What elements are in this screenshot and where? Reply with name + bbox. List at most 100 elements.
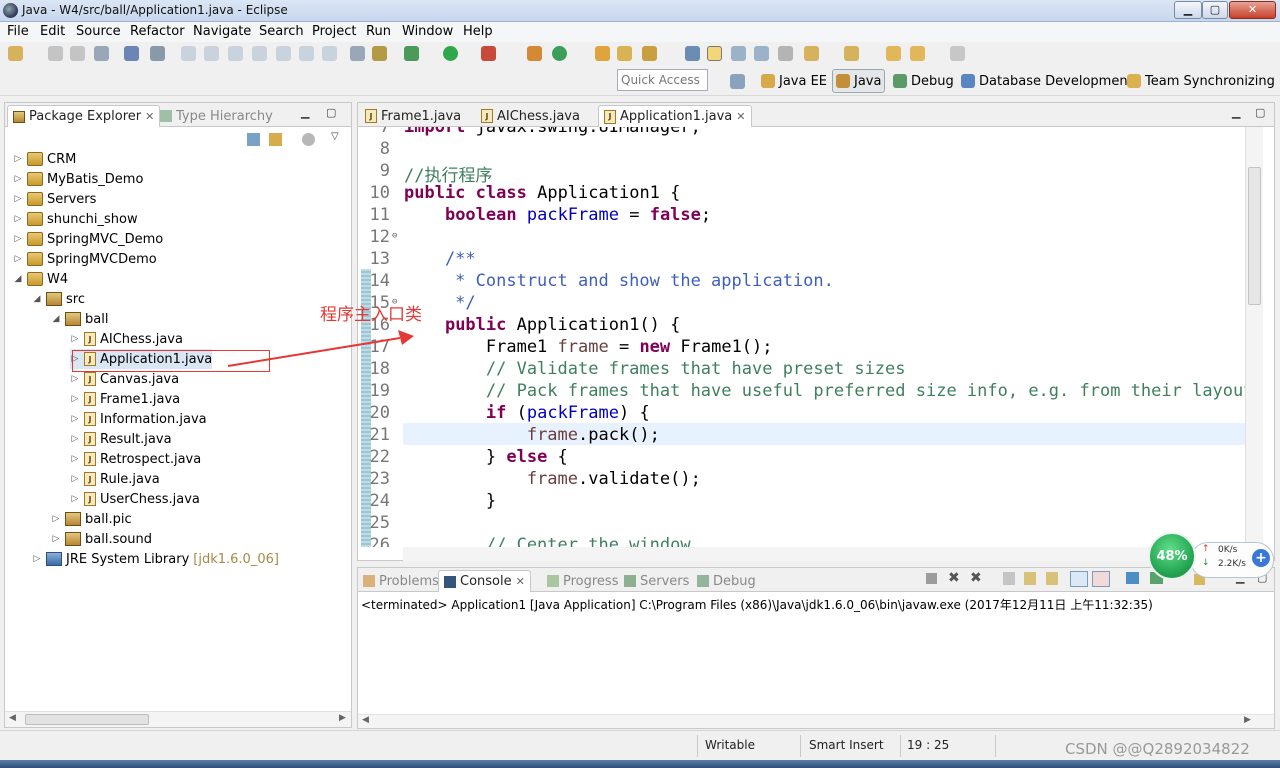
scroll-lock-icon[interactable] [1024, 572, 1036, 585]
new-java-project-icon[interactable] [527, 46, 542, 61]
menu-run[interactable]: Run [366, 24, 391, 39]
new-class-icon[interactable] [552, 46, 567, 61]
collapsed-arrow-icon[interactable]: ▷ [70, 494, 80, 504]
expanded-arrow-icon[interactable]: ◢ [13, 274, 23, 284]
tree-item[interactable]: ▷ J Retrospect.java [70, 449, 202, 469]
tree-item[interactable]: ▷ CRM [13, 149, 77, 169]
collapsed-arrow-icon[interactable]: ▷ [13, 254, 23, 264]
close-icon[interactable]: ✕ [145, 110, 154, 123]
tree-item[interactable]: ▷ ball.sound [51, 529, 153, 549]
menu-project[interactable]: Project [312, 24, 356, 39]
suspend-icon[interactable] [204, 46, 219, 61]
code-line[interactable]: 22 } else { [358, 447, 1245, 469]
pin-console-icon[interactable] [1126, 572, 1139, 584]
perspective-java[interactable]: Java [832, 69, 886, 93]
tree-item[interactable]: ▷ J Frame1.java [70, 389, 181, 409]
perspective-debug[interactable]: Debug [890, 69, 957, 93]
skip-breakpoints-icon[interactable] [150, 46, 165, 61]
open-perspective-icon[interactable] [730, 74, 745, 89]
block-selection-icon[interactable] [754, 46, 769, 61]
step-into-icon[interactable] [276, 46, 291, 61]
expanded-arrow-icon[interactable]: ◢ [51, 314, 61, 324]
editor-horizontal-scrollbar[interactable] [403, 547, 1245, 561]
last-edit-location-icon[interactable] [886, 46, 901, 61]
save-all-icon[interactable] [70, 46, 85, 61]
collapsed-arrow-icon[interactable]: ▷ [13, 214, 23, 224]
tree-item[interactable]: ▷ JRE System Library [jdk1.6.0_06] [32, 549, 279, 569]
search-icon[interactable] [642, 46, 657, 61]
menu-edit[interactable]: Edit [40, 24, 65, 39]
tab-progress[interactable]: Progress [542, 570, 623, 592]
console-icon[interactable] [124, 46, 139, 61]
terminate-icon[interactable] [228, 46, 243, 61]
maximize-button[interactable]: ▢ [1202, 1, 1228, 19]
step-return-icon[interactable] [322, 46, 337, 61]
collapsed-arrow-icon[interactable]: ▷ [70, 454, 80, 464]
open-type-icon[interactable] [595, 46, 610, 61]
collapsed-arrow-icon[interactable]: ▷ [13, 174, 23, 184]
perspective-database-development[interactable]: Database Development [958, 69, 1136, 93]
menu-refactor[interactable]: Refactor [130, 24, 185, 39]
code-line[interactable]: 26 // Center the window [358, 535, 1245, 547]
menu-navigate[interactable]: Navigate [193, 24, 251, 39]
collapsed-arrow-icon[interactable]: ▷ [51, 514, 61, 524]
tree-item[interactable]: ▷ ball.pic [51, 509, 132, 529]
menu-help[interactable]: Help [463, 24, 493, 39]
show-console-on-stderr-icon[interactable] [1092, 571, 1110, 587]
previous-annotation-icon[interactable] [844, 46, 859, 61]
expanded-arrow-icon[interactable]: ◢ [32, 294, 42, 304]
code-line[interactable]: 10 public class Application1 { [358, 183, 1245, 205]
back-icon[interactable] [910, 46, 925, 61]
menu-file[interactable]: File [7, 24, 29, 39]
menu-window[interactable]: Window [402, 24, 453, 39]
tab-console[interactable]: Console ✕ [438, 570, 531, 592]
run-external-tool-icon[interactable] [481, 46, 496, 61]
quick-access-field[interactable]: Quick Access [617, 69, 708, 91]
code-line[interactable]: 21 frame.pack(); [358, 425, 1245, 447]
tree-item[interactable]: ▷ J Information.java [70, 409, 207, 429]
close-button[interactable]: ✕ [1229, 1, 1276, 19]
network-usage-gauge[interactable]: 48% [1148, 532, 1196, 580]
code-area[interactable]: 7 import javax.swing.UIManager; 8 9//执行程序 10… [358, 127, 1245, 547]
run-icon[interactable] [443, 46, 458, 61]
tab-problems[interactable]: Problems [358, 570, 444, 592]
collapsed-arrow-icon[interactable]: ▷ [70, 334, 80, 344]
collapsed-arrow-icon[interactable]: ▷ [13, 194, 23, 204]
code-line[interactable]: 18 // Validate frames that have preset s… [358, 359, 1245, 381]
tree-item[interactable]: ▷ J Canvas.java [70, 369, 180, 389]
resume-icon[interactable] [181, 46, 196, 61]
code-line[interactable]: 8 [358, 139, 1245, 161]
minimize-button[interactable]: ▁ [1174, 1, 1202, 19]
collapsed-arrow-icon[interactable]: ▷ [70, 394, 80, 404]
collapsed-arrow-icon[interactable]: ▷ [13, 154, 23, 164]
collapsed-arrow-icon[interactable]: ▷ [70, 414, 80, 424]
code-line[interactable]: 17 Frame1 frame = new Frame1(); [358, 337, 1245, 359]
tree-item[interactable]: ▷ J Rule.java [70, 469, 160, 489]
tab-servers[interactable]: Servers [619, 570, 694, 592]
tree-item[interactable]: ◢ W4 [13, 269, 69, 289]
perspective-team-synchronizing[interactable]: Team Synchronizing [1124, 69, 1278, 93]
next-annotation-icon[interactable] [804, 46, 819, 61]
remove-launch-icon[interactable]: ✖ [948, 570, 960, 586]
print-icon[interactable] [94, 46, 109, 61]
show-whitespace-icon[interactable] [778, 46, 793, 61]
step-over-icon[interactable] [299, 46, 314, 61]
tree-item[interactable]: ▷ J Result.java [70, 429, 172, 449]
filters-icon[interactable] [302, 133, 315, 146]
word-wrap-icon[interactable] [1046, 572, 1058, 585]
minimize-view-icon[interactable]: ▁ [1232, 106, 1240, 119]
tree-item[interactable]: ◢ ball [51, 309, 109, 329]
collapsed-arrow-icon[interactable]: ▷ [51, 534, 61, 544]
network-speed-widget[interactable]: 48% ↑ 0K/s ↓ 2.2K/s + [1148, 532, 1276, 580]
scroll-right-icon[interactable]: ▶ [339, 713, 346, 723]
show-console-on-stdout-icon[interactable] [1070, 571, 1088, 587]
collapsed-arrow-icon[interactable]: ▷ [13, 234, 23, 244]
collapse-all-icon[interactable] [247, 133, 260, 146]
collapsed-arrow-icon[interactable]: ▷ [70, 474, 80, 484]
close-icon[interactable]: ✕ [736, 110, 745, 123]
code-line[interactable]: 24 } [358, 491, 1245, 513]
code-line[interactable]: 20 if (packFrame) { [358, 403, 1245, 425]
collapsed-arrow-icon[interactable]: ▷ [32, 554, 42, 564]
link-with-editor-icon[interactable] [269, 133, 282, 146]
tree-item[interactable]: ◢ src [32, 289, 85, 309]
